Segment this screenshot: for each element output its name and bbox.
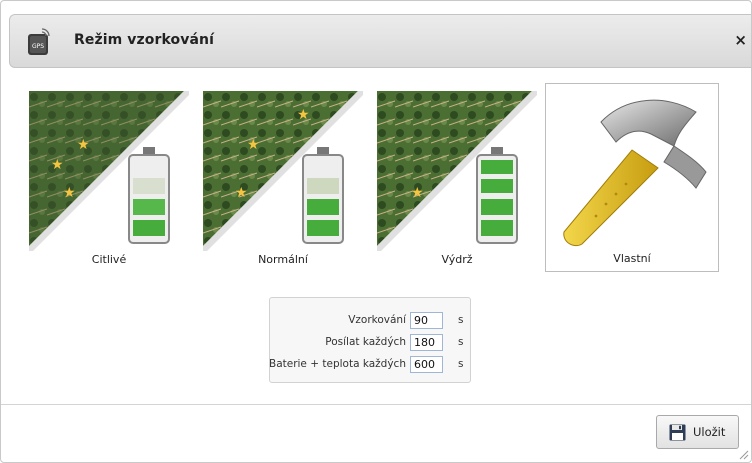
mode-endurance[interactable]: ★ Výdrž (377, 91, 537, 271)
map-battery-image: ★ ★ ★ (29, 91, 189, 251)
mode-label: Normální (258, 253, 308, 266)
mode-custom[interactable]: Vlastní (545, 83, 719, 272)
mode-label: Vlastní (613, 252, 651, 265)
save-button[interactable]: Uložit (656, 415, 739, 449)
send-interval-input[interactable] (410, 334, 443, 351)
svg-text:★: ★ (77, 137, 90, 153)
battery-temp-row: Baterie + teplota každých s (268, 356, 470, 374)
map-battery-image: ★ ★ ★ (203, 91, 363, 251)
battery-icon (128, 147, 170, 244)
sampling-row: Vzorkování s (270, 312, 470, 330)
sampling-settings-panel: Vzorkování s Posílat každých s Baterie +… (269, 297, 471, 383)
sampling-mode-dialog: GPS Režim vzorkování × ★ ★ ★ Citlivé ★ ★… (0, 0, 752, 463)
mode-label: Citlivé (91, 253, 127, 266)
map-battery-image: ★ (377, 91, 537, 251)
send-interval-row: Posílat každých s (270, 334, 470, 352)
close-button[interactable]: × (734, 33, 747, 48)
send-interval-label: Posílat každých (325, 336, 406, 348)
sampling-label: Vzorkování (348, 314, 406, 326)
unit-label: s (458, 314, 464, 326)
unit-label: s (458, 336, 464, 348)
svg-text:★: ★ (297, 107, 310, 123)
mode-normal[interactable]: ★ ★ ★ Normální (203, 91, 363, 271)
battery-temp-input[interactable] (410, 356, 443, 373)
battery-icon (476, 147, 518, 244)
dialog-header: GPS Režim vzorkování × (9, 14, 751, 68)
svg-text:★: ★ (63, 185, 76, 201)
mode-label: Výdrž (441, 253, 473, 266)
unit-label: s (458, 358, 464, 370)
sampling-input[interactable] (410, 312, 443, 329)
svg-text:★: ★ (51, 157, 64, 173)
dialog-title: Režim vzorkování (74, 32, 214, 48)
gps-device-icon: GPS (28, 28, 50, 55)
battery-temp-label: Baterie + teplota každých (268, 358, 406, 370)
hammer-icon (563, 99, 707, 247)
gps-icon-text: GPS (32, 43, 44, 50)
battery-icon (302, 147, 344, 244)
svg-text:★: ★ (235, 185, 248, 201)
mode-sensitive[interactable]: ★ ★ ★ Citlivé (29, 91, 189, 271)
floppy-disk-icon (669, 424, 686, 441)
svg-text:★: ★ (411, 185, 424, 201)
resize-grip-icon[interactable] (739, 450, 749, 460)
footer-divider (1, 404, 751, 405)
save-button-label: Uložit (693, 425, 726, 439)
svg-text:★: ★ (247, 137, 260, 153)
